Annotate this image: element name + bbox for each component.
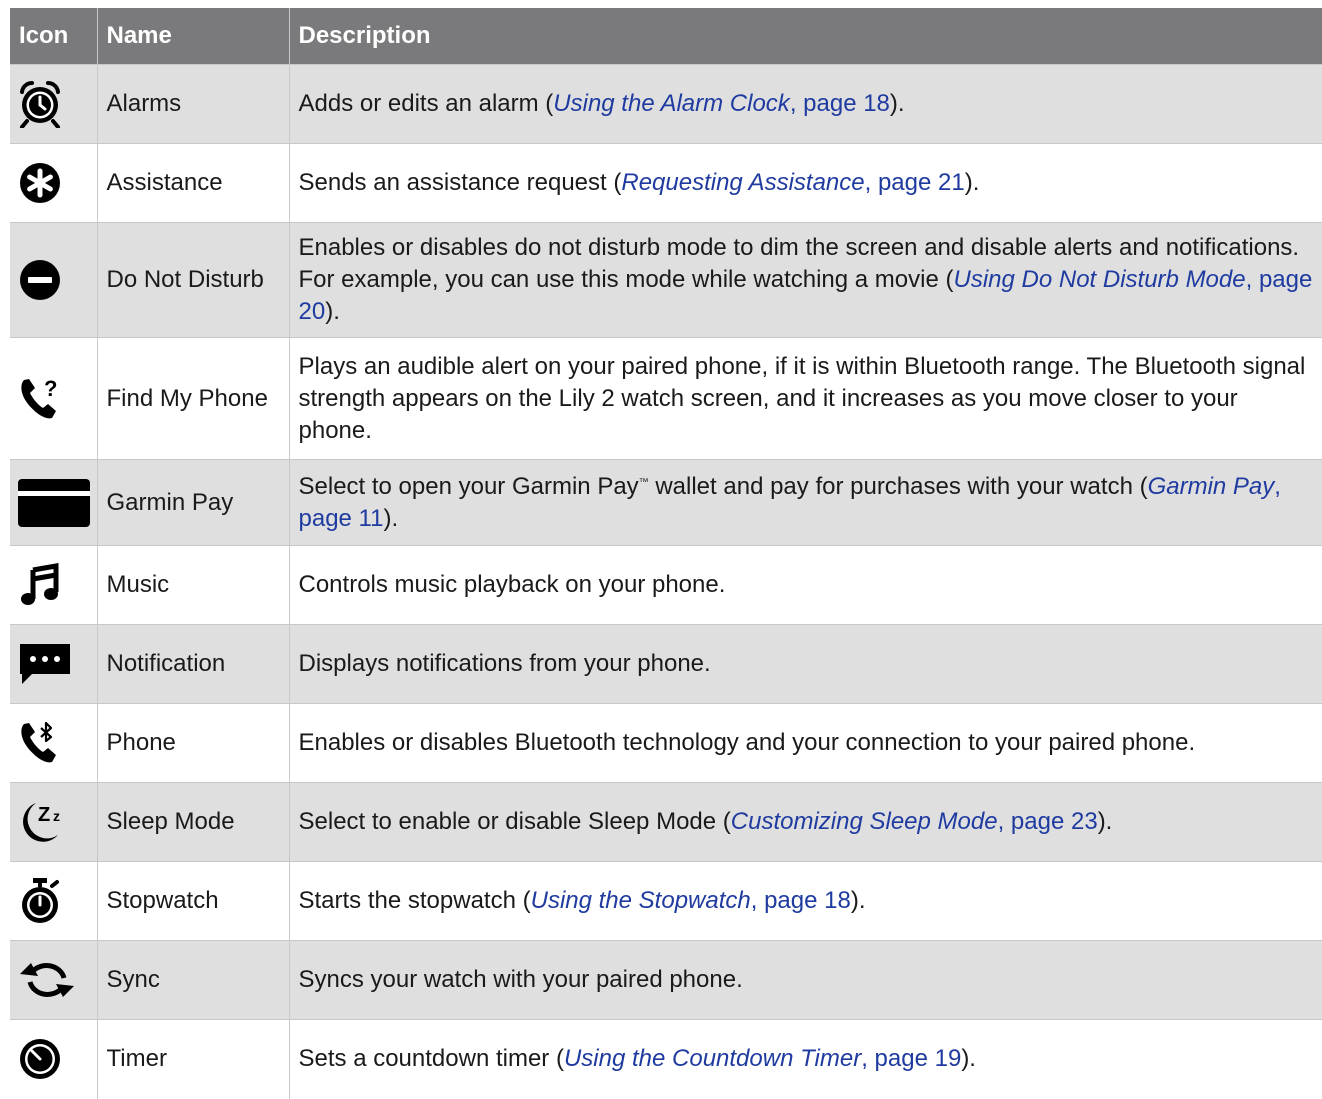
row-name: Phone	[96, 703, 289, 783]
row-description: Select to open your Garmin Pay™ wallet a…	[288, 459, 1322, 546]
svg-text:?: ?	[44, 376, 57, 401]
cross-reference-link[interactable]: Using the Countdown Timer, page 19	[564, 1045, 961, 1072]
svg-text:z: z	[53, 808, 60, 824]
icon-cell: ?	[10, 337, 97, 460]
cross-reference-link[interactable]: Requesting Assistance, page 21	[621, 169, 964, 196]
phone-bluetooth-icon	[21, 721, 57, 763]
row-name: Do Not Disturb	[96, 222, 289, 338]
row-name: Sync	[96, 940, 289, 1020]
row-description: Enables or disables do not disturb mode …	[288, 222, 1322, 338]
row-description: Syncs your watch with your paired phone.	[288, 940, 1322, 1020]
sleep-moon-icon: Z z	[23, 803, 60, 842]
icon-cell	[10, 1019, 97, 1099]
asterisk-circle-icon	[20, 163, 60, 203]
table-row: Alarms Adds or edits an alarm (Using the…	[10, 64, 1322, 144]
row-name: Timer	[96, 1019, 289, 1099]
do-not-disturb-icon	[20, 260, 60, 300]
row-name: Music	[96, 545, 289, 625]
row-name: Alarms	[96, 64, 289, 144]
icon-cell	[10, 940, 97, 1020]
table-row: Do Not Disturb Enables or disables do no…	[10, 222, 1322, 338]
row-name: Notification	[96, 624, 289, 704]
row-description: Controls music playback on your phone.	[288, 545, 1322, 625]
controls-table: Icon Name Description Alarms Adds or edi…	[10, 8, 1322, 1099]
header-description: Description	[288, 8, 1322, 65]
row-description: Enables or disables Bluetooth technology…	[288, 703, 1322, 783]
icon-cell	[10, 143, 97, 223]
row-description: Plays an audible alert on your paired ph…	[288, 337, 1322, 460]
icon-cell	[10, 64, 97, 144]
header-icon: Icon	[10, 8, 97, 65]
table-row: Sync Syncs your watch with your paired p…	[10, 940, 1322, 1020]
table-row: Garmin Pay Select to open your Garmin Pa…	[10, 459, 1322, 546]
timer-icon	[20, 1039, 60, 1080]
table-row: Stopwatch Starts the stopwatch (Using th…	[10, 861, 1322, 941]
alarm-clock-icon	[20, 80, 60, 128]
payment-card-icon	[18, 478, 90, 527]
icon-cell	[10, 703, 97, 783]
icon-cell: Z z	[10, 782, 97, 862]
cross-reference-link[interactable]: Customizing Sleep Mode, page 23	[731, 808, 1098, 835]
table-row: Phone Enables or disables Bluetooth tech…	[10, 703, 1322, 783]
row-description: Sets a countdown timer (Using the Countd…	[288, 1019, 1322, 1099]
row-name: Stopwatch	[96, 861, 289, 941]
table-row: Z z Sleep Mode Select to enable or disab…	[10, 782, 1322, 862]
header-name: Name	[96, 8, 289, 65]
row-description: Displays notifications from your phone.	[288, 624, 1322, 704]
row-description: Adds or edits an alarm (Using the Alarm …	[288, 64, 1322, 144]
find-phone-icon: ?	[21, 376, 57, 418]
stopwatch-icon	[22, 878, 59, 923]
row-description: Starts the stopwatch (Using the Stopwatc…	[288, 861, 1322, 941]
sync-arrows-icon	[20, 963, 74, 997]
row-name: Assistance	[96, 143, 289, 223]
icon-cell	[10, 545, 97, 625]
music-note-icon	[21, 563, 59, 605]
icon-cell	[10, 222, 97, 338]
table-row: Music Controls music playback on your ph…	[10, 545, 1322, 625]
row-name: Sleep Mode	[96, 782, 289, 862]
notification-bubble-icon	[20, 644, 70, 684]
cross-reference-link[interactable]: Using the Stopwatch, page 18	[531, 887, 851, 914]
table-header-row: Icon Name Description	[10, 8, 1322, 65]
svg-text:Z: Z	[38, 804, 50, 826]
trademark-symbol: ™	[638, 476, 649, 488]
icon-cell	[10, 459, 97, 546]
table-row: ? Find My Phone Plays an audible alert o…	[10, 337, 1322, 460]
icon-cell	[10, 861, 97, 941]
row-description: Select to enable or disable Sleep Mode (…	[288, 782, 1322, 862]
cross-reference-link[interactable]: Using the Alarm Clock, page 18	[553, 90, 890, 117]
icon-cell	[10, 624, 97, 704]
table-row: Timer Sets a countdown timer (Using the …	[10, 1019, 1322, 1099]
table-row: Assistance Sends an assistance request (…	[10, 143, 1322, 223]
table-row: Notification Displays notifications from…	[10, 624, 1322, 704]
row-description: Sends an assistance request (Requesting …	[288, 143, 1322, 223]
row-name: Garmin Pay	[96, 459, 289, 546]
row-name: Find My Phone	[96, 337, 289, 460]
